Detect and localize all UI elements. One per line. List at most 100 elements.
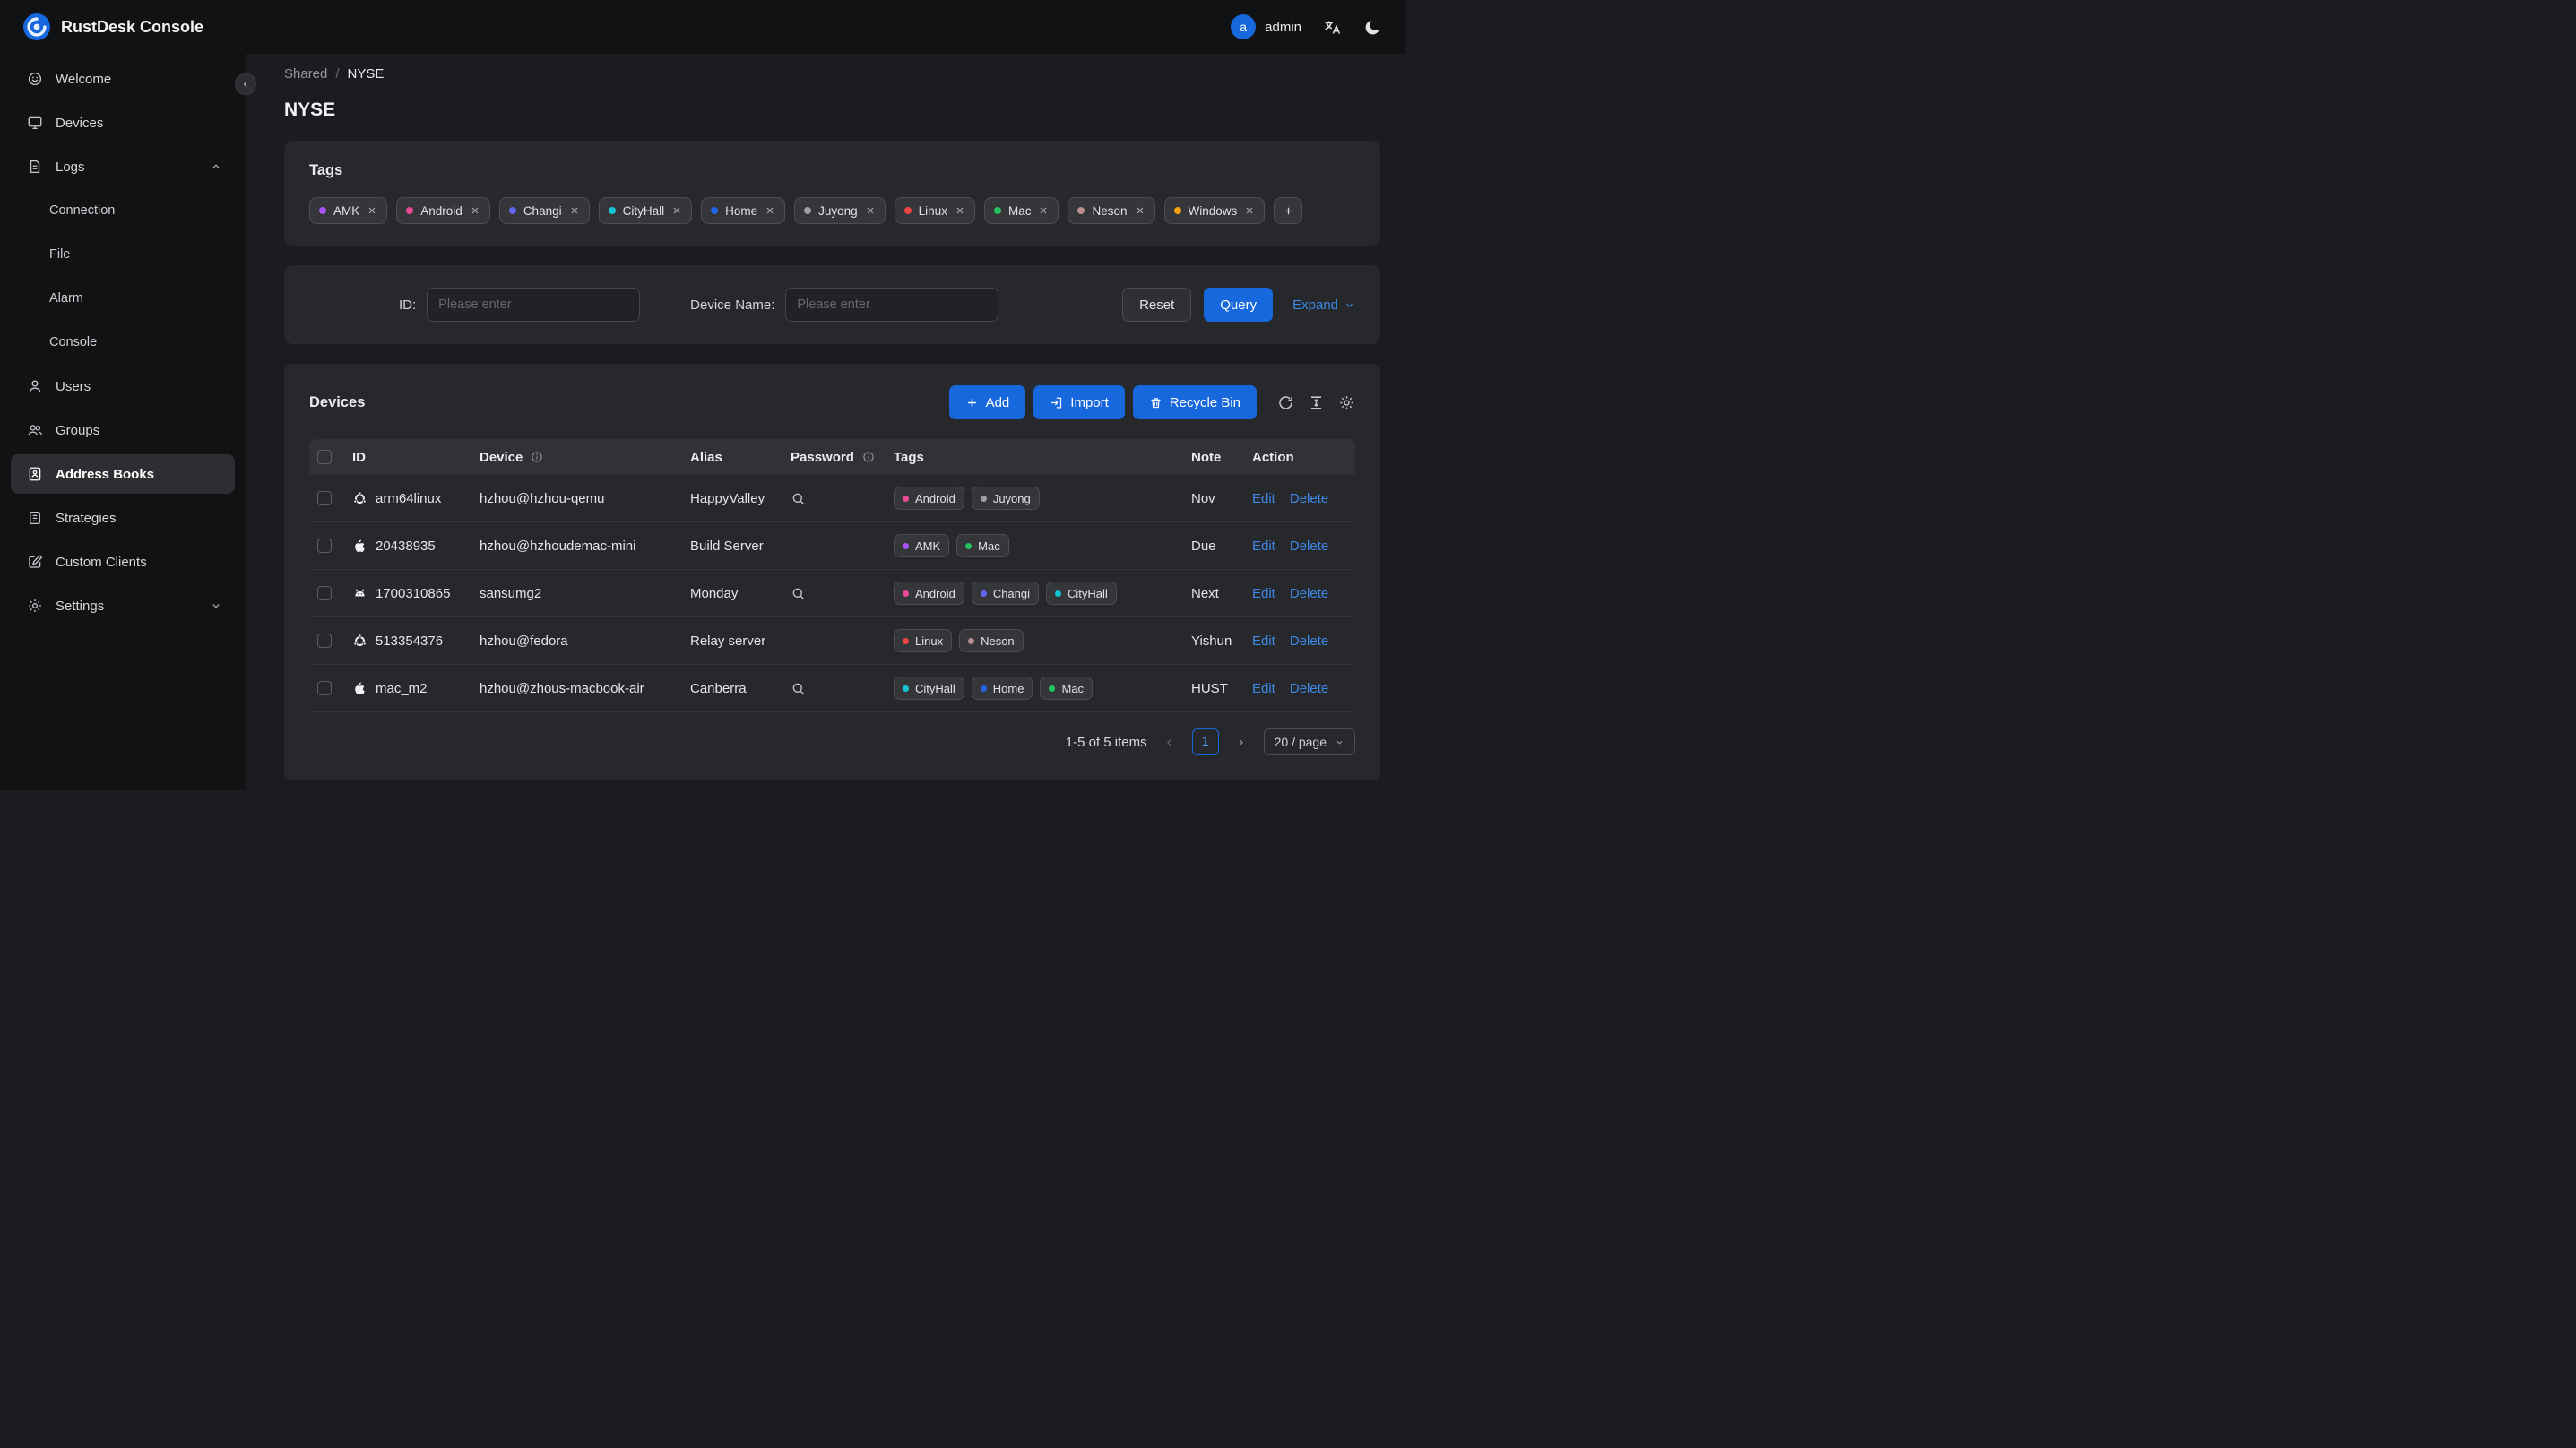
- user-menu[interactable]: a admin: [1231, 14, 1301, 39]
- sidebar-item-address-books[interactable]: Address Books: [11, 454, 235, 494]
- row-checkbox[interactable]: [317, 491, 332, 505]
- breadcrumb-parent[interactable]: Shared: [284, 66, 327, 82]
- table-header-row: ID Device Alias Password Tags Note Actio…: [309, 439, 1355, 475]
- add-tag-button[interactable]: [1274, 197, 1303, 224]
- sidebar-collapse-button[interactable]: [235, 73, 256, 95]
- column-height-icon[interactable]: [1308, 394, 1325, 411]
- recycle-bin-button[interactable]: Recycle Bin: [1132, 385, 1257, 419]
- col-header-alias: Alias: [690, 449, 722, 465]
- add-button[interactable]: Add: [948, 385, 1026, 419]
- tag-chip-home[interactable]: Home: [701, 197, 786, 224]
- tag-dot: [804, 207, 812, 214]
- close-icon[interactable]: [865, 205, 876, 216]
- edit-link[interactable]: Edit: [1252, 491, 1275, 506]
- edit-link[interactable]: Edit: [1252, 681, 1275, 696]
- delete-link[interactable]: Delete: [1290, 539, 1328, 554]
- sidebar-item-settings[interactable]: Settings: [11, 586, 235, 625]
- magnifier-icon[interactable]: [791, 491, 806, 506]
- tag-chip-changi[interactable]: Changi: [498, 197, 590, 224]
- edit-link[interactable]: Edit: [1252, 539, 1275, 554]
- delete-link[interactable]: Delete: [1290, 491, 1328, 506]
- id-filter-input[interactable]: [427, 288, 641, 322]
- sidebar-item-users[interactable]: Users: [11, 366, 235, 406]
- tag-chip-amk[interactable]: AMK: [309, 197, 388, 224]
- tag-chip-linux[interactable]: Linux: [894, 197, 975, 224]
- row-checkbox[interactable]: [317, 634, 332, 648]
- delete-link[interactable]: Delete: [1290, 634, 1328, 649]
- device-id: 1700310865: [376, 585, 451, 601]
- info-icon[interactable]: [531, 451, 543, 463]
- chevron-down-icon: [1335, 737, 1344, 747]
- close-icon[interactable]: [470, 205, 480, 216]
- close-icon[interactable]: [569, 205, 580, 216]
- expand-toggle[interactable]: Expand: [1292, 297, 1355, 313]
- device-alias: Canberra: [690, 680, 747, 696]
- refresh-icon[interactable]: [1277, 394, 1294, 411]
- tag-dot: [903, 637, 909, 644]
- info-icon[interactable]: [862, 451, 875, 463]
- tag-label: Windows: [1188, 203, 1238, 218]
- row-tag-chip: Home: [971, 677, 1033, 700]
- close-icon[interactable]: [1038, 205, 1049, 216]
- sidebar-item-logs-connection[interactable]: Connection: [11, 191, 235, 230]
- next-page-button[interactable]: [1230, 730, 1253, 754]
- ubuntu-os-icon: [352, 634, 367, 649]
- sidebar-item-logs-alarm[interactable]: Alarm: [11, 279, 235, 318]
- sidebar-item-logs-console[interactable]: Console: [11, 323, 235, 362]
- close-icon[interactable]: [1135, 205, 1145, 216]
- moon-icon[interactable]: [1363, 18, 1382, 37]
- sidebar-item-welcome[interactable]: Welcome: [11, 59, 235, 99]
- close-icon[interactable]: [671, 205, 682, 216]
- tag-chip-cityhall[interactable]: CityHall: [598, 197, 693, 224]
- close-icon[interactable]: [367, 205, 377, 216]
- tag-chip-neson[interactable]: Neson: [1068, 197, 1155, 224]
- device-alias: HappyValley: [690, 490, 765, 506]
- close-icon[interactable]: [955, 205, 965, 216]
- row-tag-chip: Android: [894, 582, 964, 605]
- reset-button[interactable]: Reset: [1122, 288, 1192, 322]
- magnifier-icon[interactable]: [791, 586, 806, 601]
- sidebar-item-label: Address Books: [56, 466, 155, 482]
- row-checkbox[interactable]: [317, 539, 332, 553]
- avatar[interactable]: a: [1231, 14, 1257, 39]
- tag-chip-juyong[interactable]: Juyong: [794, 197, 886, 224]
- device-name: hzhou@fedora: [480, 633, 568, 649]
- row-tag-chip: AMK: [894, 534, 950, 557]
- select-all-checkbox[interactable]: [317, 450, 332, 464]
- delete-link[interactable]: Delete: [1290, 681, 1328, 696]
- translate-icon[interactable]: [1323, 18, 1342, 37]
- tag-dot: [1173, 207, 1181, 214]
- page-number[interactable]: 1: [1191, 728, 1219, 755]
- chevron-down-icon: [210, 599, 222, 612]
- sidebar-item-custom-clients[interactable]: Custom Clients: [11, 542, 235, 582]
- edit-link[interactable]: Edit: [1252, 634, 1275, 649]
- delete-link[interactable]: Delete: [1290, 586, 1328, 601]
- import-button[interactable]: Import: [1033, 385, 1125, 419]
- tag-dot: [993, 207, 1001, 214]
- close-icon[interactable]: [765, 205, 775, 216]
- table-row: 513354376 hzhou@fedora Relay server Linu…: [309, 617, 1355, 665]
- tag-chip-windows[interactable]: Windows: [1163, 197, 1266, 224]
- sidebar-item-logs-file[interactable]: File: [11, 235, 235, 274]
- sidebar-item-devices[interactable]: Devices: [11, 103, 235, 142]
- settings-icon[interactable]: [1338, 394, 1355, 411]
- row-tag-chip: CityHall: [894, 677, 964, 700]
- sidebar-item-groups[interactable]: Groups: [11, 410, 235, 450]
- page-size-select[interactable]: 20 / page: [1263, 728, 1355, 755]
- row-checkbox[interactable]: [317, 586, 332, 600]
- filter-card: ID: Device Name: Reset Query Expand: [284, 265, 1380, 344]
- tag-label: CityHall: [622, 203, 665, 218]
- device-name-filter-label: Device Name:: [690, 297, 775, 313]
- edit-link[interactable]: Edit: [1252, 586, 1275, 601]
- sidebar-item-logs[interactable]: Logs: [11, 147, 235, 186]
- close-icon[interactable]: [1244, 205, 1255, 216]
- tag-chip-mac[interactable]: Mac: [983, 197, 1059, 224]
- device-name-filter-input[interactable]: [785, 288, 999, 322]
- row-checkbox[interactable]: [317, 681, 332, 695]
- query-button[interactable]: Query: [1204, 288, 1274, 322]
- sidebar-item-strategies[interactable]: Strategies: [11, 498, 235, 538]
- magnifier-icon[interactable]: [791, 681, 806, 696]
- tag-chip-android[interactable]: Android: [396, 197, 490, 224]
- tag-dot: [903, 495, 909, 502]
- previous-page-button[interactable]: [1158, 730, 1181, 754]
